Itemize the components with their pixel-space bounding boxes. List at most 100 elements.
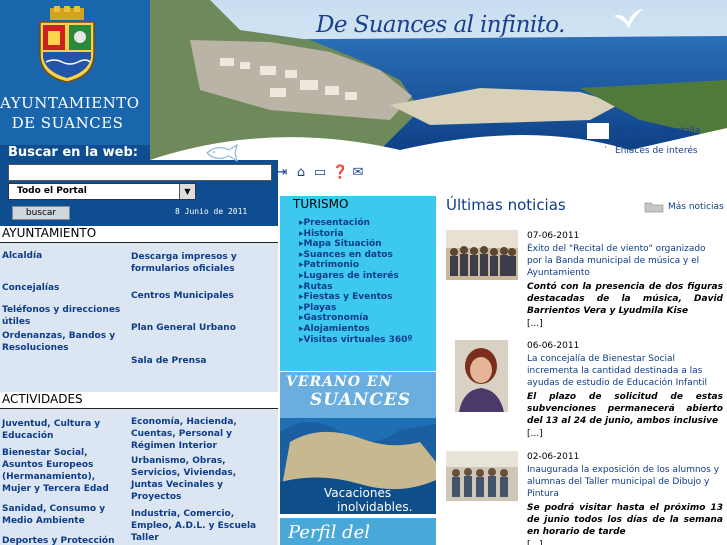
interest-links-label: Enlaces de interés bbox=[615, 146, 698, 156]
nav-sanidad[interactable]: Sanidad, Consumo y Medio Ambiente bbox=[2, 503, 126, 527]
news-read-more[interactable]: [...] bbox=[527, 319, 543, 329]
search-scope-select[interactable]: Todo el Portal ▼ bbox=[8, 183, 196, 200]
news-thumbnail[interactable] bbox=[446, 451, 518, 501]
nav-alcaldia[interactable]: Alcaldía bbox=[2, 250, 122, 262]
banner-slogan: De Suances al infinito. bbox=[316, 12, 565, 38]
wallpaper-thumb-icon bbox=[587, 123, 609, 139]
perfil-contratante-banner[interactable]: Perfil del bbox=[280, 518, 436, 545]
news-headline-link[interactable]: Éxito del "Recital de viento" organizado… bbox=[527, 243, 723, 279]
summer-promo-title-line2: SUANCES bbox=[310, 390, 412, 410]
nav-telefonos[interactable]: Teléfonos y direcciones útiles bbox=[2, 304, 126, 328]
seagull-icon bbox=[614, 9, 643, 28]
nav-industria-label: Industria, Comercio, Empleo, A.D.L. y Es… bbox=[131, 509, 257, 543]
summer-promo-tag2: inolvidables. bbox=[337, 500, 413, 514]
news-thumbnail[interactable] bbox=[455, 340, 508, 412]
nav-ordenanzas-label: Ordenanzas, Bandos y Resoluciones bbox=[2, 331, 116, 353]
interest-links-link[interactable]: · Enlaces de interés bbox=[587, 141, 727, 161]
nav-plan-general[interactable]: Plan General Urbano bbox=[131, 322, 271, 334]
tourism-item-label: Gastronomía bbox=[303, 313, 369, 324]
toolbar: ☞ ⇥ ⌂ ▭ ❓ ✉ bbox=[256, 164, 396, 182]
search-button[interactable]: buscar bbox=[12, 206, 70, 220]
chevron-down-icon[interactable]: ▼ bbox=[179, 184, 195, 199]
section-title-actividades: ACTIVIDADES bbox=[0, 392, 278, 409]
nav-economia[interactable]: Economía, Hacienda, Cuentas, Personal y … bbox=[131, 416, 271, 452]
summer-promo-title-line1: VERANO EN bbox=[286, 374, 393, 390]
tourism-item-label: Presentación bbox=[303, 218, 370, 228]
news-summary: Contó con la presencia de dos figuras de… bbox=[527, 282, 723, 316]
tourism-title: TURISMO bbox=[293, 197, 349, 211]
nav-telefonos-label: Teléfonos y direcciones útiles bbox=[2, 305, 121, 327]
nav-concejalias-label: Concejalías bbox=[2, 283, 60, 293]
nav-sala-prensa[interactable]: Sala de Prensa bbox=[131, 355, 271, 367]
nav-descarga-impresos-label: Descarga impresos y formularios oficiale… bbox=[131, 252, 237, 274]
nav-juventud[interactable]: Juventud, Cultura y Educación bbox=[2, 418, 126, 442]
logo-title-line2: de Suances bbox=[11, 114, 124, 132]
tourism-item-label: Visitas virtuales 360º bbox=[303, 334, 413, 345]
nav-descarga-impresos[interactable]: Descarga impresos y formularios oficiale… bbox=[131, 251, 271, 275]
nav-industria[interactable]: Industria, Comercio, Empleo, A.D.L. y Es… bbox=[131, 508, 271, 544]
section-title-ayuntamiento: AYUNTAMIENTO bbox=[0, 226, 278, 243]
mail-icon[interactable]: ✉ bbox=[351, 166, 365, 180]
search-input[interactable] bbox=[8, 164, 272, 181]
news-summary: El plazo de solicitud de estas subvencio… bbox=[527, 392, 723, 426]
news-headline-link[interactable]: La concejalía de Bienestar Social increm… bbox=[527, 353, 723, 389]
news-read-more[interactable]: [...] bbox=[527, 540, 543, 545]
logo-title-line1: Ayuntamiento bbox=[0, 94, 140, 112]
news-read-more[interactable]: [...] bbox=[527, 429, 543, 439]
nav-plan-general-label: Plan General Urbano bbox=[131, 323, 236, 333]
nav-urbanismo[interactable]: Urbanismo, Obras, Servicios, Viviendas, … bbox=[131, 455, 271, 503]
search-label: Buscar en la web: bbox=[8, 145, 138, 160]
tourism-item-label: Suances en datos bbox=[303, 249, 393, 260]
summer-promo-tag1: Vacaciones bbox=[324, 486, 392, 500]
wallpapers-link[interactable]: Fondos de pantalla bbox=[587, 121, 727, 141]
tourism-item-label: Historia bbox=[303, 228, 344, 239]
more-news-label: Más noticias bbox=[668, 202, 724, 212]
tourism-item-label: Playas bbox=[303, 302, 337, 313]
home-icon[interactable]: ⌂ bbox=[294, 166, 308, 180]
tourism-item[interactable]: ▸Mapa Situación bbox=[299, 239, 412, 250]
help-icon[interactable]: ❓ bbox=[332, 166, 348, 180]
tourism-item-label: Mapa Situación bbox=[303, 239, 382, 250]
tourism-item[interactable]: ▸Visitas virtuales 360º bbox=[299, 335, 412, 346]
nav-deportes[interactable]: Deportes y Protección bbox=[2, 535, 126, 545]
news-summary: Se podrá visitar hasta el próximo 13 de … bbox=[527, 503, 723, 537]
news-thumbnail[interactable] bbox=[446, 230, 518, 280]
tourism-item[interactable]: ▸Fiestas y Eventos bbox=[299, 292, 412, 303]
bullet-icon: · bbox=[604, 143, 607, 153]
tourism-item[interactable]: ▸Presentación bbox=[299, 218, 412, 229]
fish-icon bbox=[206, 144, 238, 162]
nav-concejalias[interactable]: Concejalías bbox=[2, 282, 122, 294]
news-date: 02-06-2011 bbox=[527, 452, 580, 462]
tourism-item[interactable]: ▸Patrimonio bbox=[299, 260, 412, 271]
tourism-item-label: Fiestas y Eventos bbox=[303, 292, 393, 303]
exit-icon[interactable]: ⇥ bbox=[275, 166, 289, 180]
nav-ordenanzas[interactable]: Ordenanzas, Bandos y Resoluciones bbox=[2, 330, 126, 354]
nav-centros-municipales[interactable]: Centros Municipales bbox=[131, 290, 271, 302]
more-news-link[interactable]: Más noticias bbox=[644, 201, 724, 213]
nav-juventud-label: Juventud, Cultura y Educación bbox=[2, 419, 101, 441]
nav-economia-label: Economía, Hacienda, Cuentas, Personal y … bbox=[131, 417, 237, 451]
tourism-item[interactable]: ▸Historia bbox=[299, 229, 412, 240]
nav-bienestar[interactable]: Bienestar Social, Asuntos Europeos (Herm… bbox=[2, 447, 126, 495]
coat-of-arms-icon[interactable] bbox=[34, 6, 100, 84]
news-headline-link[interactable]: Inaugurada la exposición de los alumnos … bbox=[527, 464, 723, 500]
tourism-item[interactable]: ▸Lugares de interés bbox=[299, 271, 412, 282]
folder-icon bbox=[644, 202, 664, 213]
tourism-item[interactable]: ▸Rutas bbox=[299, 282, 412, 293]
summer-promo-banner[interactable]: VERANO EN SUANCES Vacaciones inolvidable… bbox=[280, 372, 436, 514]
window-icon[interactable]: ▭ bbox=[313, 166, 327, 180]
tourism-item-label: Rutas bbox=[303, 281, 333, 292]
tourism-item[interactable]: ▸Alojamientos bbox=[299, 324, 412, 335]
nav-urbanismo-label: Urbanismo, Obras, Servicios, Viviendas, … bbox=[131, 456, 237, 502]
tourism-item[interactable]: ▸Suances en datos bbox=[299, 250, 412, 261]
tourism-item-label: Patrimonio bbox=[303, 260, 360, 271]
search-scope-value: Todo el Portal bbox=[17, 186, 87, 196]
nav-centros-municipales-label: Centros Municipales bbox=[131, 291, 234, 301]
wallpapers-link-label: Fondos de pantalla bbox=[615, 126, 701, 136]
tourism-item[interactable]: ▸Gastronomía bbox=[299, 313, 412, 324]
nav-alcaldia-label: Alcaldía bbox=[2, 251, 43, 261]
nav-sala-prensa-label: Sala de Prensa bbox=[131, 356, 207, 366]
tourism-item-label: Lugares de interés bbox=[303, 270, 399, 281]
news-section-title: Últimas noticias bbox=[446, 196, 566, 214]
tourism-item[interactable]: ▸Playas bbox=[299, 303, 412, 314]
